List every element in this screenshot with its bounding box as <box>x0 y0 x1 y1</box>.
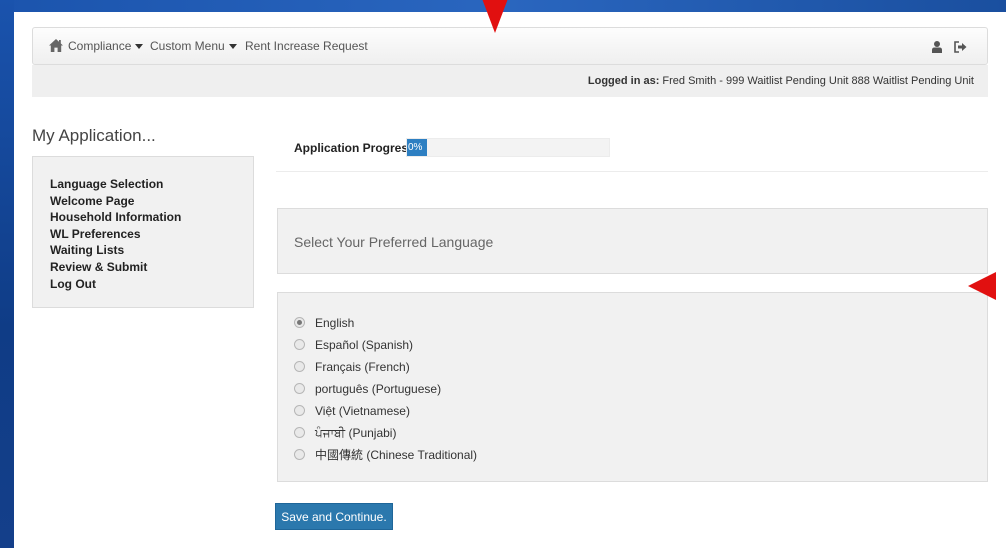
language-option-french[interactable]: Français (French) <box>294 359 410 375</box>
radio-button[interactable] <box>294 339 305 351</box>
language-option-punjabi[interactable]: ਪੰਜਾਬੀ (Punjabi) <box>294 425 396 441</box>
radio-button[interactable] <box>294 427 305 439</box>
nav-rent-increase-label: Rent Increase Request <box>245 39 368 53</box>
radio-button[interactable] <box>294 383 305 395</box>
nav-rent-increase-request[interactable]: Rent Increase Request <box>245 28 368 64</box>
login-status: Logged in as: Fred Smith - 999 Waitlist P… <box>588 65 974 97</box>
login-bar: Logged in as: Fred Smith - 999 Waitlist P… <box>32 65 988 97</box>
radio-button[interactable] <box>294 449 305 461</box>
nav-compliance[interactable]: Compliance <box>68 28 144 64</box>
home-icon[interactable] <box>49 39 63 57</box>
language-option-label: 中國傳統 (Chinese Traditional) <box>315 448 478 462</box>
sidebar-item-wl-preferences[interactable]: WL Preferences <box>50 226 253 243</box>
language-header-panel: Select Your Preferred Language <box>277 208 988 274</box>
chevron-down-icon <box>228 44 237 50</box>
progress-bar: 0% <box>406 138 610 157</box>
language-option-english[interactable]: English <box>294 315 354 331</box>
sidebar-title: My Application... <box>32 126 156 145</box>
background-left <box>0 0 14 548</box>
sign-out-icon[interactable] <box>954 40 967 58</box>
language-option-vietnamese[interactable]: Việt (Vietnamese) <box>294 403 410 419</box>
language-option-label: Français (French) <box>315 360 410 374</box>
language-options-panel: English Español (Spanish) Français (Fren… <box>277 292 988 482</box>
sidebar-item-household-information[interactable]: Household Information <box>50 209 253 226</box>
sidebar-item-review-submit[interactable]: Review & Submit <box>50 259 253 276</box>
annotation-arrow-left-icon <box>968 272 996 300</box>
sidebar-item-welcome-page[interactable]: Welcome Page <box>50 193 253 210</box>
radio-button[interactable] <box>294 405 305 417</box>
user-icon[interactable] <box>932 40 942 58</box>
language-option-label: Español (Spanish) <box>315 338 414 352</box>
language-option-chinese-traditional[interactable]: 中國傳統 (Chinese Traditional) <box>294 447 477 463</box>
language-option-label: português (Portuguese) <box>315 382 442 396</box>
language-option-label: ਪੰਜਾਬੀ (Punjabi) <box>315 426 397 440</box>
language-option-label: Việt (Vietnamese) <box>315 404 410 418</box>
radio-button[interactable] <box>294 317 305 329</box>
progress-label: Application Progress <box>294 141 415 155</box>
save-and-continue-button[interactable]: Save and Continue. <box>275 503 393 530</box>
nav-compliance-label: Compliance <box>68 39 132 53</box>
language-option-label: English <box>315 316 355 330</box>
annotation-arrow-down-icon <box>478 0 512 33</box>
sidebar-nav: Language Selection Welcome Page Househol… <box>32 156 254 308</box>
sidebar-item-language-selection[interactable]: Language Selection <box>50 176 253 193</box>
login-user: Fred Smith - 999 Waitlist Pending Unit 8… <box>662 75 974 87</box>
nav-custom-menu[interactable]: Custom Menu <box>150 28 237 64</box>
sidebar-item-log-out[interactable]: Log Out <box>50 276 253 293</box>
sidebar-item-waiting-lists[interactable]: Waiting Lists <box>50 242 253 259</box>
page: Compliance Custom Menu Rent Increase Req… <box>14 12 1006 548</box>
chevron-down-icon <box>135 44 144 50</box>
language-option-portuguese[interactable]: português (Portuguese) <box>294 381 441 397</box>
radio-button[interactable] <box>294 361 305 373</box>
progress-fill: 0% <box>407 139 427 156</box>
divider <box>276 171 988 172</box>
language-option-spanish[interactable]: Español (Spanish) <box>294 337 413 353</box>
language-header-title: Select Your Preferred Language <box>294 234 494 250</box>
login-label: Logged in as: <box>587 75 660 87</box>
nav-custom-menu-label: Custom Menu <box>150 39 225 53</box>
